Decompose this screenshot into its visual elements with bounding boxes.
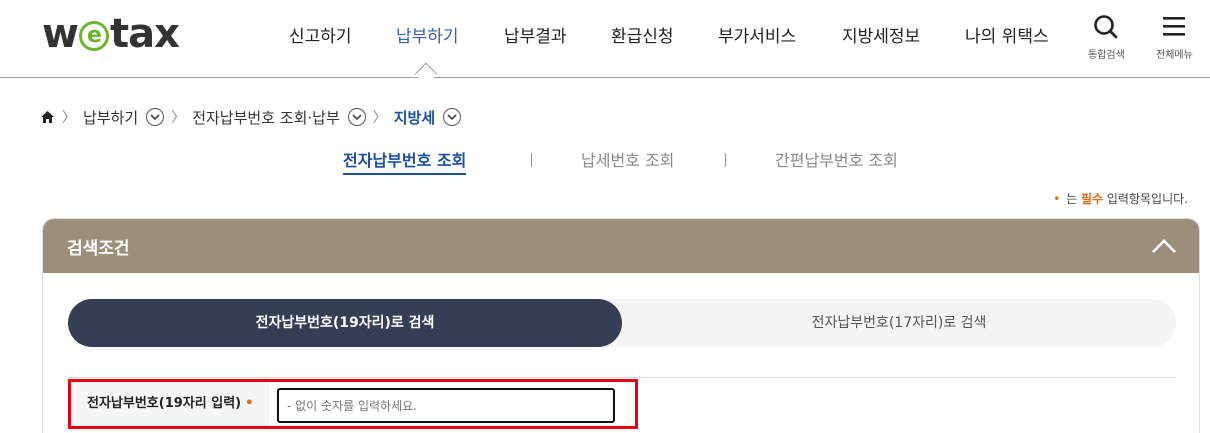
breadcrumb-level2[interactable]: 전자납부번호 조회·납부 [192,107,340,128]
search-type-toggle: 전자납부번호(19자리)로 검색 전자납부번호(17자리)로 검색 [68,299,1176,347]
logo-e-mark: e [78,21,109,51]
form-divider [68,377,1176,378]
breadcrumb-current[interactable]: 지방세 [394,107,435,128]
nav-item-my-wetax[interactable]: 나의 위택스 [965,22,1049,47]
tab-tax-number[interactable]: 납세번호 조회 [581,147,674,171]
nav-item-payment[interactable]: 납부하기 [396,22,459,47]
chevron-down-icon[interactable] [443,108,462,126]
chevron-down-icon[interactable] [347,108,366,126]
tab-simple-payment-number[interactable]: 간편납부번호 조회 [775,147,898,171]
search-17-digit-option[interactable]: 전자납부번호(17자리)로 검색 [622,299,1176,347]
search-conditions-panel: 검색조건 전자납부번호(19자리)로 검색 전자납부번호(17자리)로 검색 전… [42,218,1200,433]
menu-label: 전체메뉴 [1156,50,1193,61]
breadcrumb-level1[interactable]: 납부하기 [83,107,138,128]
required-dot: • [1053,192,1061,206]
search-label: 통합검색 [1088,50,1125,61]
chevron-down-icon[interactable] [146,108,165,126]
required-word: 필수 [1080,192,1104,206]
tab-divider [531,153,532,167]
nav-item-refund[interactable]: 환급신청 [611,22,674,47]
required-dot: • [245,396,254,411]
nav-item-payment-result[interactable]: 납부결과 [504,22,567,47]
integrated-search-button[interactable]: 통합검색 [1088,14,1125,61]
home-icon[interactable] [40,110,55,124]
search-icon [1094,15,1118,39]
logo-suffix: tax [109,11,180,57]
panel-title: 검색조건 [67,238,130,259]
hamburger-menu-icon [1163,17,1186,36]
required-note-prefix: 는 [1066,192,1081,206]
chevron-up-icon[interactable] [1151,238,1177,254]
payment-number-label-text: 전자납부번호(19자리 입력) [87,396,242,411]
all-menu-button[interactable]: 전체메뉴 [1156,14,1193,61]
tab-divider [725,153,726,167]
chevron-right-icon: 〉 [372,110,387,126]
logo-prefix: w [42,11,79,57]
required-field-note: • 는 필수 입력항목입니다. [1053,190,1188,207]
chevron-right-icon: 〉 [62,110,76,126]
panel-header[interactable]: 검색조건 [43,219,1199,273]
nav-item-local-tax-info[interactable]: 지방세정보 [842,22,920,47]
wetax-logo[interactable]: w e tax [42,11,180,57]
tab-electronic-payment-number[interactable]: 전자납부번호 조회 [343,147,467,175]
sub-tabs: 전자납부번호 조회 납세번호 조회 간편납부번호 조회 [0,147,1210,175]
nav-item-report[interactable]: 신고하기 [289,22,352,47]
site-header: w e tax 신고하기 납부하기 납부결과 환급신청 부가서비스 지방세정보 나의… [0,0,1210,78]
payment-number-input[interactable] [277,388,615,423]
search-19-digit-option[interactable]: 전자납부번호(19자리)로 검색 [68,299,622,347]
chevron-right-icon: 〉 [171,110,186,126]
payment-number-label: 전자납부번호(19자리 입력) • [71,382,269,426]
breadcrumb: 〉 납부하기 〉 전자납부번호 조회·납부 〉 지방세 [40,106,462,128]
nav-item-extra-services[interactable]: 부가서비스 [718,22,796,47]
required-note-suffix: 입력항목입니다. [1103,192,1188,206]
payment-number-field-row: 전자납부번호(19자리 입력) • [68,379,638,429]
